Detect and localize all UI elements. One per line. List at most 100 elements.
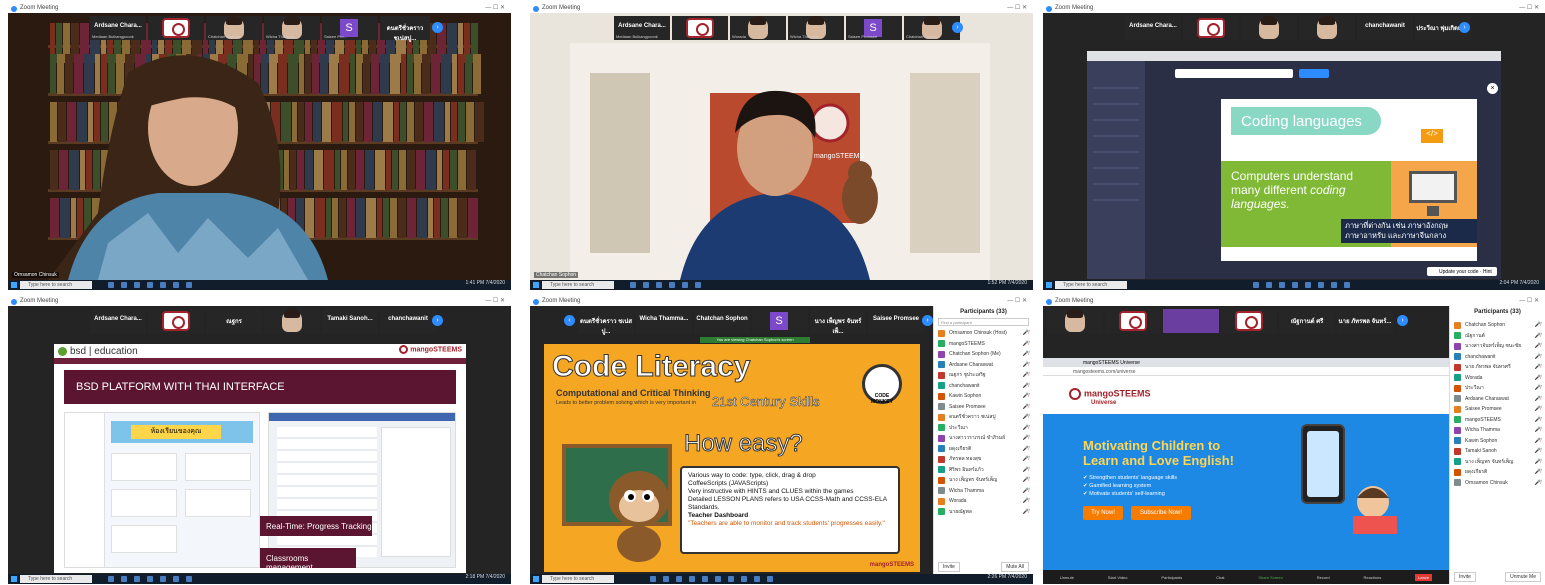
gallery-tile[interactable]: Ardsane Chara... Mediaan Bulkangpoonk [614, 16, 670, 40]
mic-muted-icon[interactable]: 🎤̸ [1023, 341, 1029, 347]
participant-row[interactable]: Tamaki Sanoh 🎤̸ [1450, 446, 1545, 457]
gallery-tile[interactable]: Tamaki Sanoh... [322, 309, 378, 333]
next-page-button[interactable]: › [1397, 315, 1408, 326]
mic-muted-icon[interactable]: 🎤̸ [1535, 364, 1541, 370]
participant-row[interactable]: ณัฐกานต์ 🎤̸ [1450, 331, 1545, 342]
try-now-button[interactable]: Try Now! [1083, 506, 1123, 520]
participants-search[interactable]: Find a participant [938, 318, 1029, 326]
start-video-button[interactable]: Start Video [1108, 575, 1128, 580]
mic-muted-icon[interactable]: 🎤̸ [1023, 488, 1029, 494]
mic-muted-icon[interactable]: 🎤̸ [1535, 438, 1541, 444]
participant-row[interactable]: Chatchan Sophon (Me) 🎤̸ [934, 349, 1033, 360]
participant-row[interactable]: นาง เพ็ญพร จันทร์เพ็ญ 🎤̸ [1450, 457, 1545, 468]
mic-muted-icon[interactable]: 🎤̸ [1023, 404, 1029, 410]
mic-muted-icon[interactable]: 🎤̸ [1023, 393, 1029, 399]
mic-muted-icon[interactable]: 🎤̸ [1535, 480, 1541, 486]
mic-muted-icon[interactable]: 🎤̸ [1023, 509, 1029, 515]
participant-row[interactable]: Ornsamon Chinsuk 🎤̸ [1450, 478, 1545, 489]
mic-muted-icon[interactable]: 🎤̸ [1535, 427, 1541, 433]
mic-muted-icon[interactable]: 🎤̸ [1023, 446, 1029, 452]
chat-button[interactable]: Chat [1216, 575, 1224, 580]
mic-muted-icon[interactable]: 🎤̸ [1535, 343, 1541, 349]
windows-start-icon[interactable] [533, 576, 539, 582]
next-page-button[interactable]: › [432, 22, 443, 33]
window-controls[interactable]: — ☐ ✕ [1007, 4, 1027, 11]
gallery-tile[interactable]: chanchawanit [380, 309, 436, 333]
taskbar-search[interactable]: Type here to search [20, 575, 92, 583]
participant-row[interactable]: ผดุงเกียรติ 🎤̸ [1450, 467, 1545, 478]
gallery-tile[interactable]: ดนตรีชั่วคราว ชเน่สปู... [578, 309, 634, 335]
mic-muted-icon[interactable]: 🎤̸ [1023, 330, 1029, 336]
mute-all-button[interactable]: Mute All [1001, 562, 1029, 572]
mic-muted-icon[interactable]: 🎤̸ [1023, 467, 1029, 473]
mic-muted-icon[interactable]: 🎤̸ [1535, 396, 1541, 402]
participant-row[interactable]: ประวีณา 🎤̸ [934, 423, 1033, 434]
taskbar-search[interactable]: Type here to search [20, 281, 92, 289]
gallery-tile[interactable] [1299, 16, 1355, 40]
taskbar-search[interactable]: Type here to search [542, 281, 614, 289]
mic-muted-icon[interactable]: 🎤̸ [1023, 456, 1029, 462]
window-controls[interactable]: — ☐ ✕ [485, 297, 505, 304]
mic-muted-icon[interactable]: 🎤̸ [1535, 375, 1541, 381]
mic-muted-icon[interactable]: 🎤̸ [1023, 362, 1029, 368]
participant-row[interactable]: Wicha Thamma 🎤̸ [1450, 425, 1545, 436]
gallery-tile[interactable] [148, 16, 204, 40]
mic-muted-icon[interactable]: 🎤̸ [1023, 351, 1029, 357]
windows-start-icon[interactable] [1046, 282, 1052, 288]
participant-row[interactable]: Ornsamon Chinsuk (Host) 🎤̸ [934, 328, 1033, 339]
gallery-tile[interactable]: นาง เพ็ญพร จันทร์เพ็... [810, 309, 866, 335]
participant-row[interactable]: mangoSTEEMS 🎤̸ [934, 339, 1033, 350]
invite-button[interactable]: Invite [938, 562, 960, 572]
gallery-tile[interactable]: นาย ภัทรพล จันทร์... [1337, 309, 1393, 333]
close-icon[interactable]: × [1487, 83, 1498, 94]
gallery-tile[interactable]: Wicha Thamma [788, 16, 844, 40]
participant-row[interactable]: นางสาววราภรณ์ ขำภิรมย์ 🎤̸ [934, 433, 1033, 444]
mic-muted-icon[interactable]: 🎤̸ [1023, 477, 1029, 483]
taskbar-apps[interactable] [1253, 282, 1350, 288]
participant-row[interactable]: Saisee Promsee 🎤̸ [934, 402, 1033, 413]
gallery-tile[interactable]: Ardsane Chara... Mediaan Bulkangpoonk [90, 16, 146, 40]
windows-start-icon[interactable] [11, 576, 17, 582]
participant-row[interactable]: นายณัฐพล 🎤̸ [934, 507, 1033, 518]
invite-button[interactable]: Invite [1454, 572, 1476, 582]
participant-row[interactable]: ประวีณา 🎤̸ [1450, 383, 1545, 394]
gallery-tile[interactable]: ณฐกร [206, 309, 262, 333]
window-controls[interactable]: — ☐ ✕ [1007, 297, 1027, 304]
participant-row[interactable]: Ardsane Charaswat 🎤̸ [934, 360, 1033, 371]
prev-page-button[interactable]: ‹ [564, 315, 575, 326]
leave-button[interactable]: Leave [1415, 573, 1432, 581]
gallery-tile[interactable]: Chatchan Sophon [694, 309, 750, 333]
next-page-button[interactable]: › [432, 315, 443, 326]
gallery-tile[interactable] [148, 309, 204, 333]
next-page-button[interactable]: › [1459, 22, 1470, 33]
mic-muted-icon[interactable]: 🎤̸ [1535, 469, 1541, 475]
site-logo[interactable]: mangoSTEEMS Universe [1069, 388, 1151, 406]
participant-row[interactable]: chanchawanit 🎤̸ [934, 381, 1033, 392]
mic-muted-icon[interactable]: 🎤̸ [1023, 425, 1029, 431]
participant-row[interactable]: ณฐกร ชูประเสริฐ 🎤̸ [934, 370, 1033, 381]
mic-muted-icon[interactable]: 🎤̸ [1023, 435, 1029, 441]
gallery-tile[interactable] [264, 309, 320, 333]
participant-row[interactable]: ศิริพร อินทร์แก้ว 🎤̸ [934, 465, 1033, 476]
mic-muted-icon[interactable]: 🎤̸ [1023, 372, 1029, 378]
window-controls[interactable]: — ☐ ✕ [1519, 297, 1539, 304]
mic-muted-icon[interactable]: 🎤̸ [1535, 406, 1541, 412]
taskbar-search[interactable]: Type here to search [542, 575, 614, 583]
gallery-tile[interactable] [1183, 16, 1239, 40]
taskbar-apps[interactable] [650, 576, 773, 582]
mic-muted-icon[interactable]: 🎤̸ [1535, 417, 1541, 423]
participant-row[interactable]: mangoSTEEMS 🎤̸ [1450, 415, 1545, 426]
address-bar[interactable]: mangosteems.com/universe [1043, 367, 1449, 376]
gallery-tile[interactable]: S Saisee Pro... [322, 16, 378, 40]
hint-bar[interactable] [1175, 69, 1293, 78]
gallery-tile[interactable] [1105, 309, 1161, 333]
browser-tabs[interactable]: mangoSTEEMS Universe [1043, 358, 1449, 367]
share-screen-button[interactable]: Share Screen [1258, 575, 1282, 580]
participant-row[interactable]: Chatchan Sophon 🎤̸ [1450, 320, 1545, 331]
window-controls[interactable]: — ☐ ✕ [485, 4, 505, 11]
participant-row[interactable]: chanchawanit 🎤̸ [1450, 352, 1545, 363]
mic-muted-icon[interactable]: 🎤̸ [1535, 448, 1541, 454]
taskbar-apps[interactable] [108, 282, 192, 288]
windows-start-icon[interactable] [533, 282, 539, 288]
participant-row[interactable]: นาย ภัทรพล จันทรศรี 🎤̸ [1450, 362, 1545, 373]
